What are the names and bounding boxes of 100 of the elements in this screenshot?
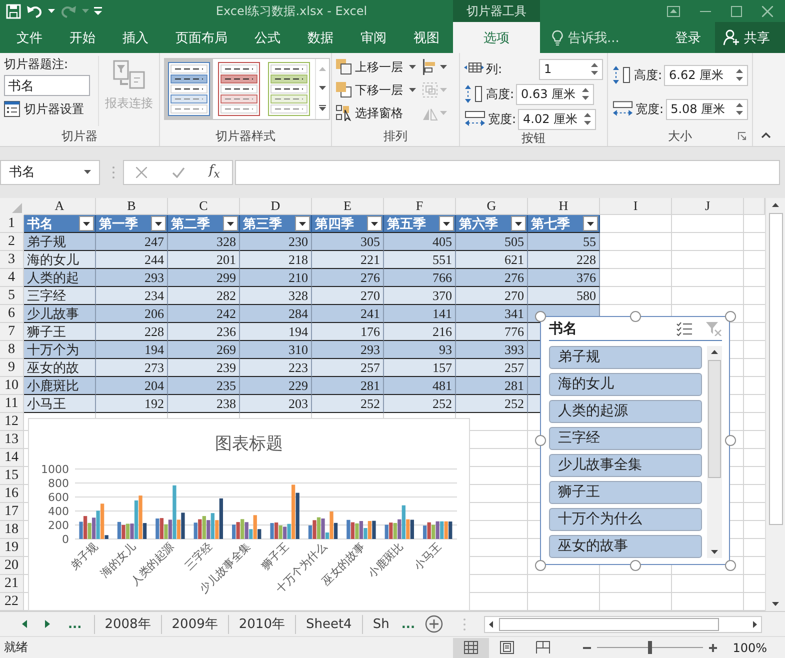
field-label: 宽度:	[636, 100, 664, 118]
row-header[interactable]: 16	[0, 485, 24, 503]
row-header[interactable]: 20	[0, 557, 24, 575]
row-header[interactable]: 6	[0, 305, 24, 323]
column-header[interactable]: F	[384, 198, 456, 215]
row-header[interactable]: 13	[0, 431, 24, 449]
sign-in-link[interactable]: 登录	[661, 22, 715, 53]
slicer-item[interactable]: 人类的起源	[549, 400, 702, 423]
table-cell: 223	[240, 359, 312, 377]
slicer-item[interactable]: 三字经	[549, 427, 702, 450]
column-header[interactable]: D	[240, 198, 312, 215]
column-header[interactable]: J	[672, 198, 744, 215]
row-header[interactable]: 4	[0, 269, 24, 287]
sheet-tab[interactable]: 2010年	[228, 614, 295, 634]
table-cell: 210	[240, 269, 312, 287]
row-header[interactable]: 10	[0, 377, 24, 395]
ribbon-tab[interactable]: 数据	[294, 22, 347, 53]
ribbon-tab[interactable]: 开始	[56, 22, 109, 53]
spinner-field[interactable]: 4.02 厘米	[518, 108, 596, 130]
zoom-level[interactable]: 100%	[732, 640, 767, 654]
bring-forward-button[interactable]: 上移一层	[336, 58, 416, 76]
table-cell: 481	[384, 377, 456, 395]
column-header[interactable]: E	[312, 198, 384, 215]
caption-field[interactable]: 书名	[4, 75, 90, 96]
field-label: 高度:	[634, 66, 662, 84]
name-box[interactable]: 书名	[0, 160, 100, 184]
slicer-settings-button[interactable]: 切片器设置	[4, 99, 90, 119]
row-header[interactable]: 22	[0, 593, 24, 611]
table-cell: 小鹿斑比	[24, 377, 96, 395]
row-header[interactable]: 17	[0, 503, 24, 521]
header-label: 书名	[27, 216, 53, 232]
column-header[interactable]: A	[24, 198, 96, 215]
row-header[interactable]: 19	[0, 539, 24, 557]
ribbon-tab[interactable]: 文件	[3, 22, 56, 53]
table-cell: 十万个为	[24, 341, 96, 359]
slicer-item[interactable]: 狮子王	[549, 481, 702, 504]
row-header[interactable]: 12	[0, 413, 24, 431]
header-label: 第一季	[99, 216, 138, 232]
column-header[interactable]: C	[168, 198, 240, 215]
axis-label: 1000	[41, 463, 69, 476]
group-label: 切片器样式	[216, 128, 276, 144]
sheet-tab[interactable]: 2008年	[94, 614, 161, 634]
ribbon-tab[interactable]: 审阅	[347, 22, 400, 53]
table-cell: 257	[312, 359, 384, 377]
column-header[interactable]: H	[528, 198, 600, 215]
row-header[interactable]: 15	[0, 467, 24, 485]
more-sheets-link[interactable]: ...	[401, 617, 416, 631]
table-cell: 242	[168, 305, 240, 323]
spinner-field[interactable]: 1	[539, 58, 603, 80]
table-cell: 269	[168, 341, 240, 359]
row-header[interactable]: 11	[0, 395, 24, 413]
send-backward-button[interactable]: 下移一层	[336, 81, 416, 99]
column-header[interactable]: B	[96, 198, 168, 215]
sheet-tab[interactable]: Sh	[362, 614, 400, 634]
slicer-panel[interactable]: 书名 弟子规 海的女儿 人类的起源 三字经 少儿故事全集 狮子王 十万个为什么 巫女的故事	[540, 316, 730, 565]
column-header[interactable]: I	[600, 198, 672, 215]
table-cell: 234	[96, 287, 168, 305]
row-header[interactable]: 5	[0, 287, 24, 305]
column-header[interactable]: G	[456, 198, 528, 215]
table-cell: 204	[96, 377, 168, 395]
ribbon-tab[interactable]: 页面布局	[162, 22, 241, 53]
table-cell: 281	[456, 377, 528, 395]
table-cell: 284	[240, 305, 312, 323]
insert-function-button[interactable]: f$_{x}$	[208, 163, 220, 181]
row-header[interactable]: 7	[0, 323, 24, 341]
tell-me-search[interactable]: 告诉我...	[540, 22, 620, 53]
sheet-tab[interactable]: Sheet4	[294, 614, 362, 634]
table-cell: 281	[312, 377, 384, 395]
row-header[interactable]: 3	[0, 251, 24, 269]
row-header[interactable]: 9	[0, 359, 24, 377]
row-header[interactable]: 2	[0, 233, 24, 251]
share-button[interactable]: 共享	[715, 22, 785, 53]
ribbon-tab[interactable]: 视图	[400, 22, 453, 53]
header-label: 第三季	[243, 216, 282, 232]
ribbon-tab[interactable]: 插入	[109, 22, 162, 53]
slicer-item[interactable]: 少儿故事全集	[549, 454, 702, 477]
row-header[interactable]: 1	[0, 215, 24, 233]
ribbon-tab[interactable]: 公式	[241, 22, 294, 53]
row-header[interactable]: 14	[0, 449, 24, 467]
slicer-item[interactable]: 巫女的故事	[549, 535, 702, 558]
selection-pane-button[interactable]: 选择窗格	[336, 104, 416, 122]
spinner-field[interactable]: 0.63 厘米	[516, 84, 594, 104]
table-cell: 93	[384, 341, 456, 359]
spinner-field[interactable]: 5.08 厘米	[666, 98, 748, 120]
table-cell: 228	[96, 323, 168, 341]
axis-label: 200	[48, 519, 69, 532]
spinner-field[interactable]: 6.62 厘米	[664, 64, 748, 86]
slicer-item[interactable]: 弟子规	[549, 346, 702, 369]
slicer-item[interactable]: 海的女儿	[549, 373, 702, 396]
ribbon-tab[interactable]: 选项	[453, 22, 540, 53]
sheet-tab[interactable]: 2009年	[160, 614, 228, 634]
table-cell: 206	[96, 305, 168, 323]
field-label: 宽度:	[488, 110, 516, 128]
row-header[interactable]: 8	[0, 341, 24, 359]
table-cell: 141	[384, 305, 456, 323]
more-sheets-link[interactable]: ...	[68, 617, 82, 631]
row-header[interactable]: 18	[0, 521, 24, 539]
slicer-item[interactable]: 十万个为什么	[549, 508, 702, 531]
row-header[interactable]: 21	[0, 575, 24, 593]
header-label: 第七季	[531, 216, 570, 232]
